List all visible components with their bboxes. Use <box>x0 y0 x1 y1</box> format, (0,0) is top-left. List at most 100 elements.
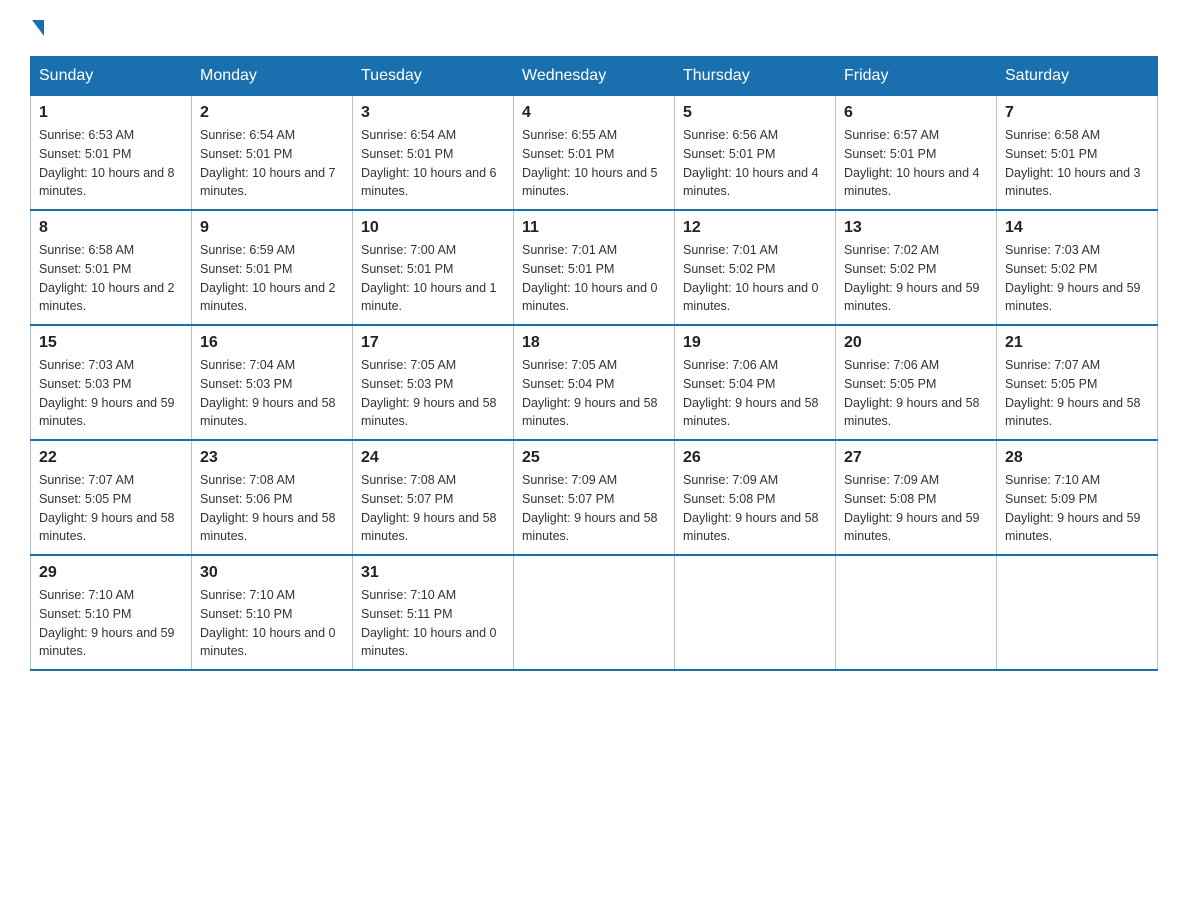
day-cell: 28 Sunrise: 7:10 AMSunset: 5:09 PMDaylig… <box>997 440 1158 555</box>
day-cell: 27 Sunrise: 7:09 AMSunset: 5:08 PMDaylig… <box>836 440 997 555</box>
day-cell: 12 Sunrise: 7:01 AMSunset: 5:02 PMDaylig… <box>675 210 836 325</box>
day-number: 1 <box>39 104 183 122</box>
day-cell: 13 Sunrise: 7:02 AMSunset: 5:02 PMDaylig… <box>836 210 997 325</box>
day-cell: 14 Sunrise: 7:03 AMSunset: 5:02 PMDaylig… <box>997 210 1158 325</box>
day-info: Sunrise: 7:04 AMSunset: 5:03 PMDaylight:… <box>200 358 336 428</box>
week-row-5: 29 Sunrise: 7:10 AMSunset: 5:10 PMDaylig… <box>31 555 1158 670</box>
day-cell: 30 Sunrise: 7:10 AMSunset: 5:10 PMDaylig… <box>192 555 353 670</box>
day-cell: 25 Sunrise: 7:09 AMSunset: 5:07 PMDaylig… <box>514 440 675 555</box>
header-cell-wednesday: Wednesday <box>514 57 675 96</box>
day-cell <box>836 555 997 670</box>
day-info: Sunrise: 6:54 AMSunset: 5:01 PMDaylight:… <box>200 128 336 198</box>
day-number: 10 <box>361 219 505 237</box>
day-info: Sunrise: 7:03 AMSunset: 5:03 PMDaylight:… <box>39 358 175 428</box>
day-info: Sunrise: 7:10 AMSunset: 5:10 PMDaylight:… <box>200 588 336 658</box>
day-cell: 19 Sunrise: 7:06 AMSunset: 5:04 PMDaylig… <box>675 325 836 440</box>
day-info: Sunrise: 7:08 AMSunset: 5:07 PMDaylight:… <box>361 473 497 543</box>
day-cell: 4 Sunrise: 6:55 AMSunset: 5:01 PMDayligh… <box>514 96 675 211</box>
calendar-header: SundayMondayTuesdayWednesdayThursdayFrid… <box>31 57 1158 96</box>
day-number: 13 <box>844 219 988 237</box>
day-number: 8 <box>39 219 183 237</box>
day-cell: 24 Sunrise: 7:08 AMSunset: 5:07 PMDaylig… <box>353 440 514 555</box>
day-info: Sunrise: 7:08 AMSunset: 5:06 PMDaylight:… <box>200 473 336 543</box>
day-info: Sunrise: 7:10 AMSunset: 5:09 PMDaylight:… <box>1005 473 1141 543</box>
logo-triangle-icon <box>32 20 44 36</box>
day-number: 19 <box>683 334 827 352</box>
day-number: 21 <box>1005 334 1149 352</box>
day-cell: 22 Sunrise: 7:07 AMSunset: 5:05 PMDaylig… <box>31 440 192 555</box>
day-cell: 26 Sunrise: 7:09 AMSunset: 5:08 PMDaylig… <box>675 440 836 555</box>
calendar-body: 1 Sunrise: 6:53 AMSunset: 5:01 PMDayligh… <box>31 96 1158 671</box>
day-cell: 18 Sunrise: 7:05 AMSunset: 5:04 PMDaylig… <box>514 325 675 440</box>
day-number: 15 <box>39 334 183 352</box>
day-number: 14 <box>1005 219 1149 237</box>
header-cell-friday: Friday <box>836 57 997 96</box>
day-info: Sunrise: 6:58 AMSunset: 5:01 PMDaylight:… <box>1005 128 1141 198</box>
day-info: Sunrise: 7:01 AMSunset: 5:01 PMDaylight:… <box>522 243 658 313</box>
day-number: 27 <box>844 449 988 467</box>
day-info: Sunrise: 7:05 AMSunset: 5:04 PMDaylight:… <box>522 358 658 428</box>
day-info: Sunrise: 6:55 AMSunset: 5:01 PMDaylight:… <box>522 128 658 198</box>
day-number: 16 <box>200 334 344 352</box>
week-row-3: 15 Sunrise: 7:03 AMSunset: 5:03 PMDaylig… <box>31 325 1158 440</box>
header-cell-monday: Monday <box>192 57 353 96</box>
day-cell: 23 Sunrise: 7:08 AMSunset: 5:06 PMDaylig… <box>192 440 353 555</box>
day-info: Sunrise: 6:58 AMSunset: 5:01 PMDaylight:… <box>39 243 175 313</box>
page-header <box>30 20 1158 36</box>
day-info: Sunrise: 7:02 AMSunset: 5:02 PMDaylight:… <box>844 243 980 313</box>
day-cell: 3 Sunrise: 6:54 AMSunset: 5:01 PMDayligh… <box>353 96 514 211</box>
day-cell: 10 Sunrise: 7:00 AMSunset: 5:01 PMDaylig… <box>353 210 514 325</box>
day-info: Sunrise: 6:54 AMSunset: 5:01 PMDaylight:… <box>361 128 497 198</box>
day-info: Sunrise: 7:00 AMSunset: 5:01 PMDaylight:… <box>361 243 497 313</box>
day-info: Sunrise: 7:06 AMSunset: 5:05 PMDaylight:… <box>844 358 980 428</box>
day-info: Sunrise: 6:59 AMSunset: 5:01 PMDaylight:… <box>200 243 336 313</box>
day-info: Sunrise: 6:53 AMSunset: 5:01 PMDaylight:… <box>39 128 175 198</box>
header-cell-tuesday: Tuesday <box>353 57 514 96</box>
day-number: 20 <box>844 334 988 352</box>
day-number: 5 <box>683 104 827 122</box>
day-info: Sunrise: 7:09 AMSunset: 5:07 PMDaylight:… <box>522 473 658 543</box>
day-number: 17 <box>361 334 505 352</box>
header-cell-thursday: Thursday <box>675 57 836 96</box>
day-info: Sunrise: 7:10 AMSunset: 5:11 PMDaylight:… <box>361 588 497 658</box>
day-number: 7 <box>1005 104 1149 122</box>
day-number: 9 <box>200 219 344 237</box>
day-number: 2 <box>200 104 344 122</box>
day-cell: 20 Sunrise: 7:06 AMSunset: 5:05 PMDaylig… <box>836 325 997 440</box>
day-number: 23 <box>200 449 344 467</box>
header-row: SundayMondayTuesdayWednesdayThursdayFrid… <box>31 57 1158 96</box>
logo <box>30 20 44 36</box>
day-cell: 6 Sunrise: 6:57 AMSunset: 5:01 PMDayligh… <box>836 96 997 211</box>
day-cell: 8 Sunrise: 6:58 AMSunset: 5:01 PMDayligh… <box>31 210 192 325</box>
day-cell: 16 Sunrise: 7:04 AMSunset: 5:03 PMDaylig… <box>192 325 353 440</box>
day-number: 4 <box>522 104 666 122</box>
day-number: 12 <box>683 219 827 237</box>
day-info: Sunrise: 7:10 AMSunset: 5:10 PMDaylight:… <box>39 588 175 658</box>
day-number: 31 <box>361 564 505 582</box>
day-info: Sunrise: 7:06 AMSunset: 5:04 PMDaylight:… <box>683 358 819 428</box>
day-number: 29 <box>39 564 183 582</box>
day-cell: 7 Sunrise: 6:58 AMSunset: 5:01 PMDayligh… <box>997 96 1158 211</box>
day-number: 11 <box>522 219 666 237</box>
day-cell: 11 Sunrise: 7:01 AMSunset: 5:01 PMDaylig… <box>514 210 675 325</box>
week-row-2: 8 Sunrise: 6:58 AMSunset: 5:01 PMDayligh… <box>31 210 1158 325</box>
day-cell: 2 Sunrise: 6:54 AMSunset: 5:01 PMDayligh… <box>192 96 353 211</box>
week-row-4: 22 Sunrise: 7:07 AMSunset: 5:05 PMDaylig… <box>31 440 1158 555</box>
day-info: Sunrise: 7:05 AMSunset: 5:03 PMDaylight:… <box>361 358 497 428</box>
day-cell: 15 Sunrise: 7:03 AMSunset: 5:03 PMDaylig… <box>31 325 192 440</box>
day-number: 6 <box>844 104 988 122</box>
day-cell <box>997 555 1158 670</box>
day-info: Sunrise: 7:09 AMSunset: 5:08 PMDaylight:… <box>844 473 980 543</box>
day-number: 3 <box>361 104 505 122</box>
day-info: Sunrise: 7:03 AMSunset: 5:02 PMDaylight:… <box>1005 243 1141 313</box>
day-number: 26 <box>683 449 827 467</box>
day-info: Sunrise: 7:09 AMSunset: 5:08 PMDaylight:… <box>683 473 819 543</box>
day-cell: 21 Sunrise: 7:07 AMSunset: 5:05 PMDaylig… <box>997 325 1158 440</box>
calendar-table: SundayMondayTuesdayWednesdayThursdayFrid… <box>30 56 1158 671</box>
day-number: 24 <box>361 449 505 467</box>
day-number: 18 <box>522 334 666 352</box>
day-info: Sunrise: 7:07 AMSunset: 5:05 PMDaylight:… <box>39 473 175 543</box>
day-info: Sunrise: 6:57 AMSunset: 5:01 PMDaylight:… <box>844 128 980 198</box>
day-cell: 5 Sunrise: 6:56 AMSunset: 5:01 PMDayligh… <box>675 96 836 211</box>
week-row-1: 1 Sunrise: 6:53 AMSunset: 5:01 PMDayligh… <box>31 96 1158 211</box>
